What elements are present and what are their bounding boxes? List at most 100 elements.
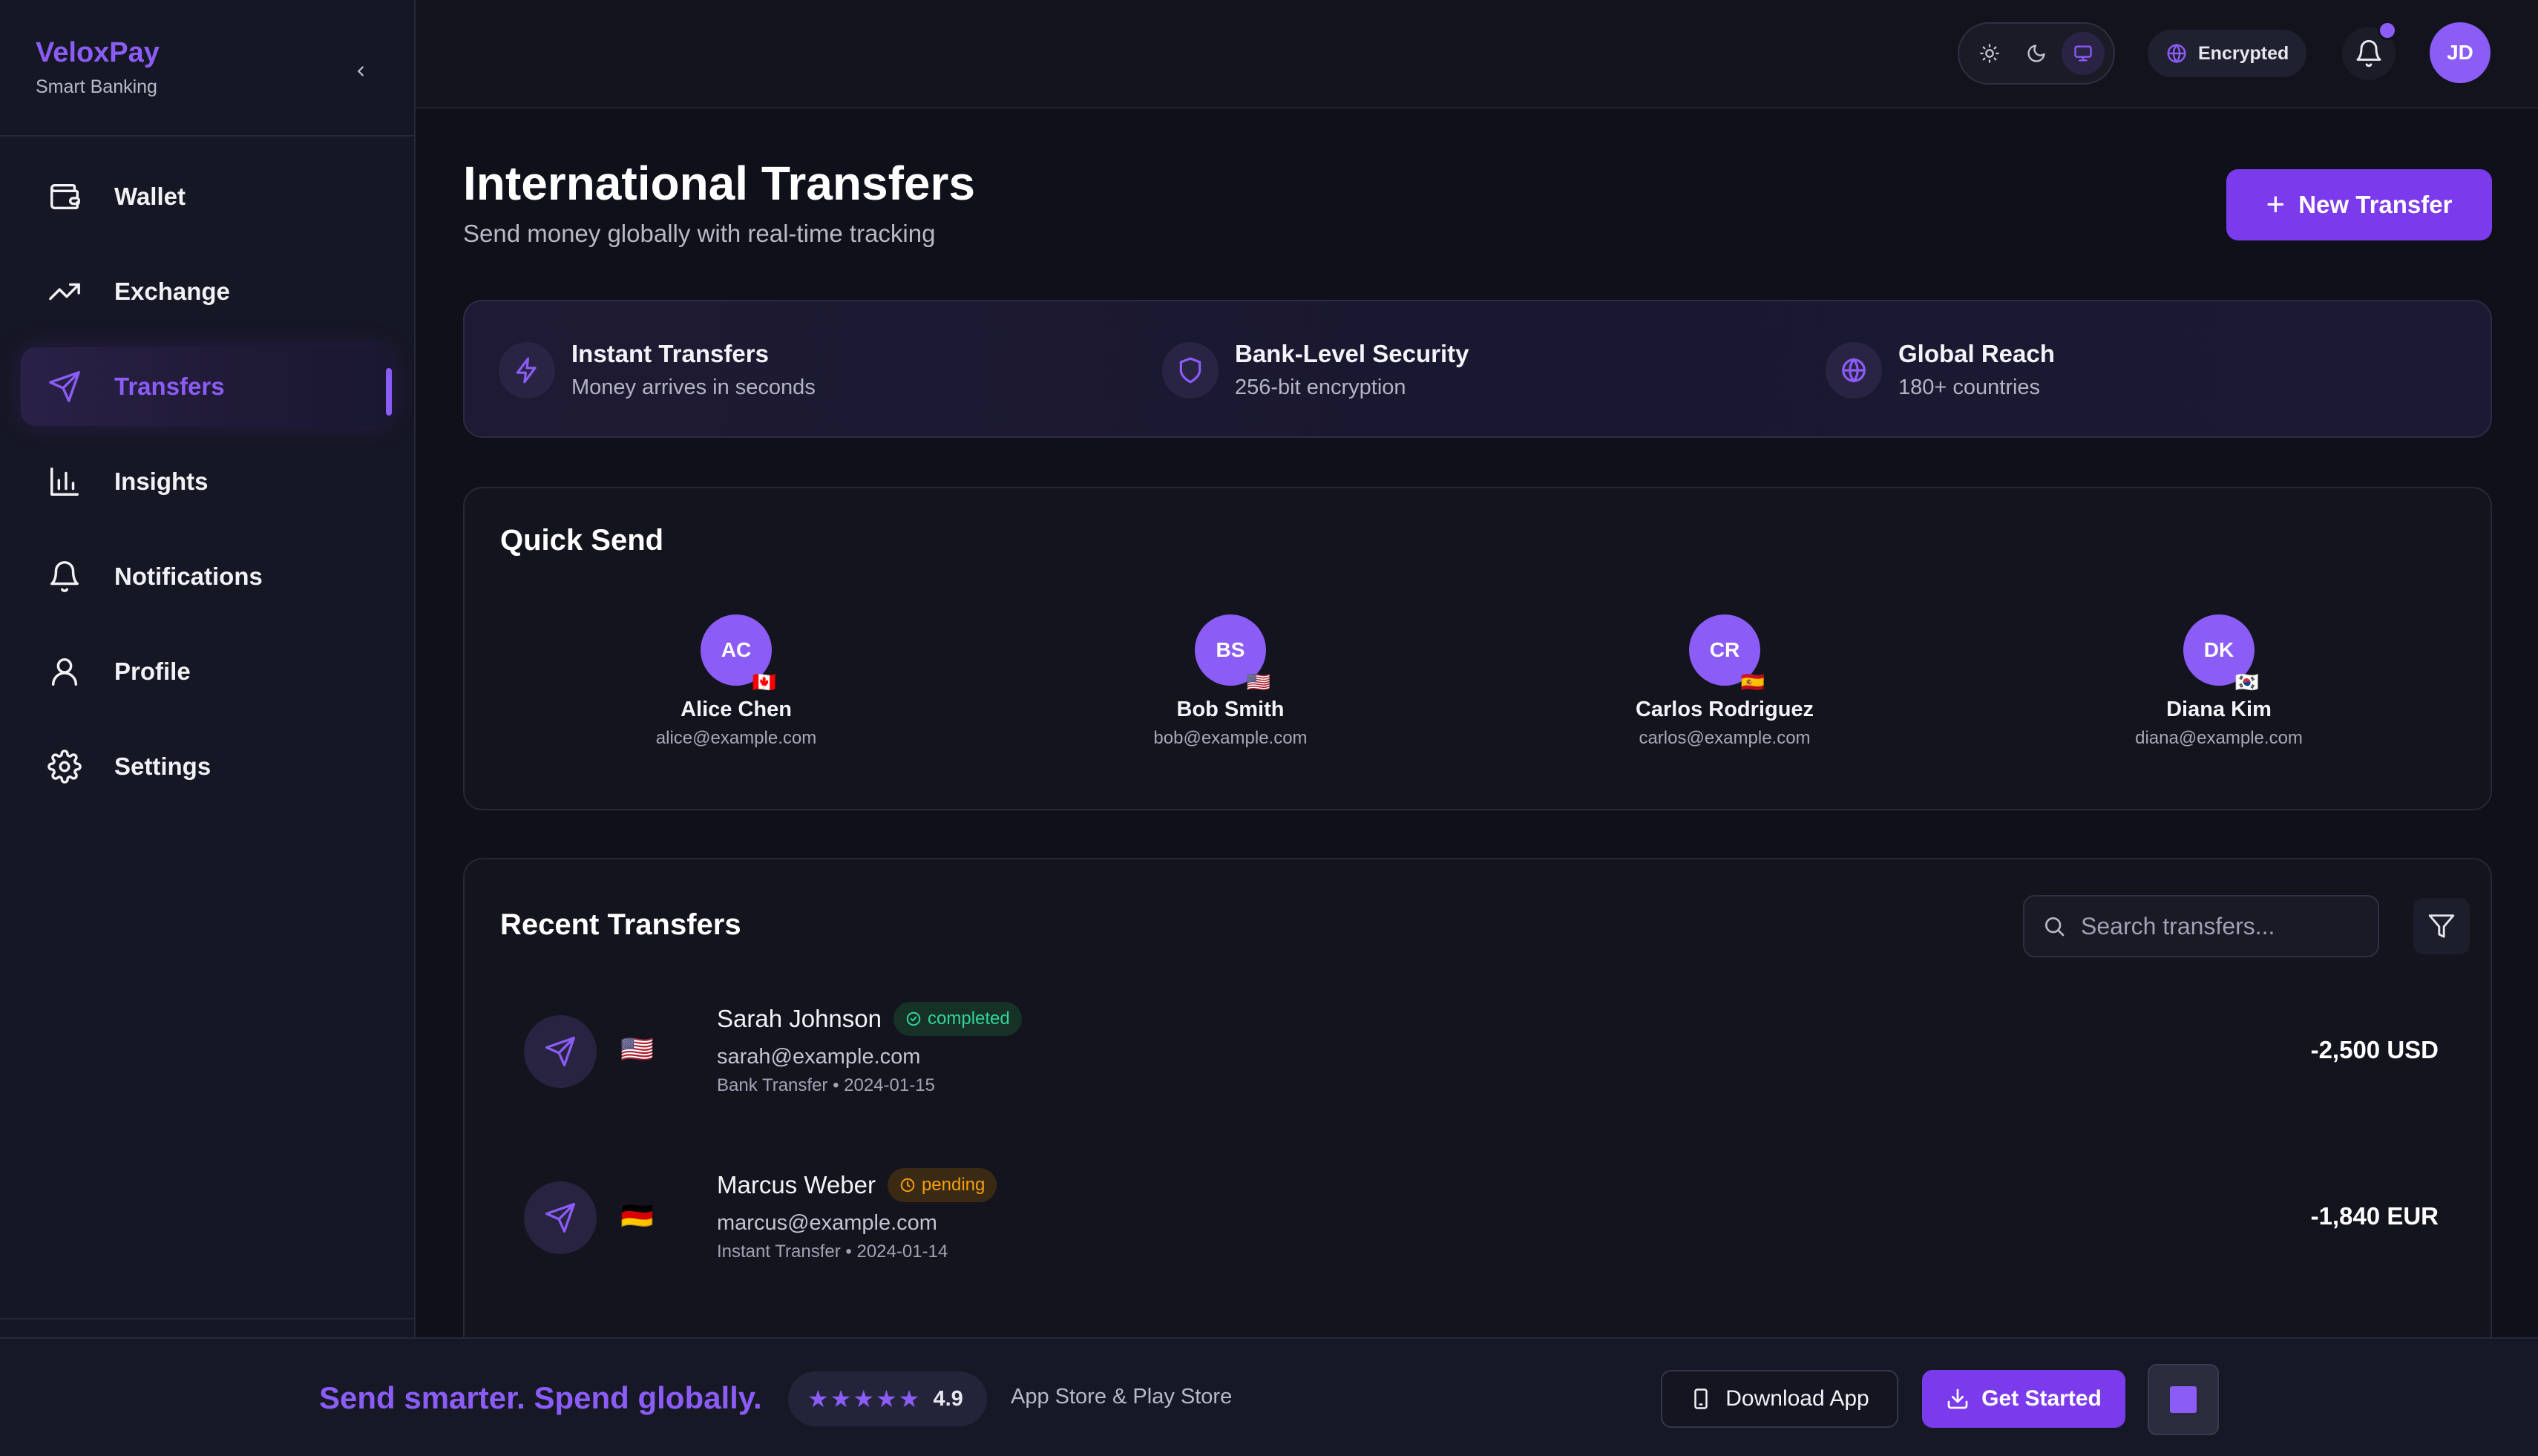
encryption-status: Encrypted	[2148, 30, 2306, 77]
sidebar-item-label: Notifications	[114, 563, 263, 590]
sidebar-item-settings[interactable]: Settings	[21, 727, 392, 806]
flag-icon: 🇩🇪	[620, 1200, 654, 1230]
rating-badge: ★★★★★ 4.9	[788, 1371, 987, 1426]
encryption-label: Encrypted	[2198, 42, 2289, 64]
sidebar-item-exchange[interactable]: Exchange	[21, 252, 392, 331]
feature-bank-security: Bank-Level Security 256-bit encryption	[1162, 340, 1469, 400]
sidebar-divider	[0, 135, 414, 137]
globe-icon	[2167, 43, 2186, 64]
sidebar-item-label: Insights	[114, 468, 209, 495]
features-banner: Instant Transfers Money arrives in secon…	[463, 300, 2492, 438]
globe-icon	[1826, 341, 1882, 399]
feature-instant-transfers: Instant Transfers Money arrives in secon…	[499, 340, 816, 400]
avatar-initials: DK	[2203, 638, 2234, 661]
sidebar-item-label: Exchange	[114, 278, 230, 305]
contact-name: Bob Smith	[1176, 698, 1285, 721]
sidebar-item-label: Settings	[114, 752, 212, 780]
transfer-amount: -1,840 EUR	[2310, 1202, 2439, 1230]
sidebar-item-insights[interactable]: Insights	[21, 442, 392, 521]
contact-email: bob@example.com	[1153, 728, 1308, 748]
feature-subtitle: Money arrives in seconds	[571, 376, 816, 399]
check-circle-icon	[905, 1011, 922, 1027]
sidebar-item-profile[interactable]: Profile	[21, 632, 392, 711]
sidebar-item-transfers[interactable]: Transfers	[21, 347, 392, 426]
page-title: International Transfers	[463, 157, 975, 210]
monitor-icon	[2073, 45, 2092, 62]
sidebar-bottom-divider	[0, 1318, 414, 1319]
theme-light-button[interactable]	[1968, 32, 2011, 75]
new-transfer-label: New Transfer	[2298, 191, 2453, 218]
new-transfer-button[interactable]: + New Transfer	[2226, 169, 2492, 240]
theme-system-button[interactable]	[2061, 32, 2105, 75]
theme-toggle	[1958, 22, 2115, 85]
feature-title: Instant Transfers	[571, 340, 769, 367]
transfer-meta: Instant Transfer • 2024-01-14	[717, 1242, 948, 1262]
feature-title: Global Reach	[1898, 340, 2055, 367]
moon-icon	[2027, 45, 2045, 62]
stop-icon[interactable]	[2148, 1364, 2219, 1435]
user-icon	[46, 653, 83, 690]
sidebar-item-label: Profile	[114, 658, 191, 685]
recipient-name: Marcus Weber	[717, 1171, 876, 1198]
notifications-button[interactable]	[2342, 21, 2397, 80]
contact-name: Diana Kim	[2166, 698, 2272, 721]
sidebar: VeloxPay Smart Banking Wallet Exchange T…	[0, 0, 416, 1337]
smartphone-icon	[1690, 1388, 1712, 1410]
search-field[interactable]	[2023, 895, 2379, 957]
trending-up-icon	[46, 273, 83, 310]
status-badge: completed	[893, 1002, 1022, 1036]
transfer-row[interactable]: 🇺🇸 Sarah Johnson completed sarah@example…	[524, 986, 2439, 1119]
avatar: BS 🇺🇸	[1195, 614, 1270, 692]
contact-email: alice@example.com	[655, 728, 817, 748]
quick-send-contact[interactable]: AC 🇨🇦 Alice Chen alice@example.com	[588, 614, 885, 749]
transfer-row[interactable]: 🇩🇪 Marcus Weber pending marcus@example.c…	[524, 1152, 2439, 1285]
promo-text: Send smarter. Spend globally.	[319, 1380, 762, 1415]
topbar: Encrypted JD	[416, 0, 2538, 108]
brand-name: VeloxPay	[36, 37, 160, 68]
quick-send-contact[interactable]: DK 🇰🇷 Diana Kim diana@example.com	[2070, 614, 2367, 749]
transfer-meta: Bank Transfer • 2024-01-15	[717, 1075, 935, 1095]
theme-dark-button[interactable]	[2015, 32, 2058, 75]
page-subtitle: Send money globally with real-time track…	[463, 220, 936, 247]
recipient-email: sarah@example.com	[717, 1045, 921, 1069]
search-input[interactable]	[2081, 912, 2363, 940]
clock-icon	[899, 1177, 916, 1193]
avatar: CR 🇪🇸	[1689, 614, 1765, 692]
flag-icon: 🇪🇸	[1740, 671, 1765, 693]
search-icon	[2045, 917, 2065, 937]
sidebar-item-notifications[interactable]: Notifications	[21, 537, 392, 616]
sidebar-item-label: Transfers	[114, 373, 225, 400]
transfer-amount: -2,500 USD	[2310, 1036, 2439, 1063]
get-started-label: Get Started	[1981, 1386, 2102, 1411]
store-text: App Store & Play Store	[1011, 1385, 1233, 1409]
avatar: DK 🇰🇷	[2183, 614, 2259, 692]
rating-value: 4.9	[933, 1386, 963, 1411]
download-app-label: Download App	[1725, 1386, 1869, 1411]
user-avatar[interactable]: JD	[2430, 22, 2491, 83]
feature-global-reach: Global Reach 180+ countries	[1826, 340, 2055, 400]
sun-icon	[1980, 44, 2000, 63]
brand[interactable]: VeloxPay Smart Banking	[36, 37, 160, 98]
avatar-initials: BS	[1216, 638, 1245, 661]
sidebar-item-label: Wallet	[114, 183, 186, 210]
status-label: pending	[921, 1175, 986, 1195]
quick-send-contact[interactable]: CR 🇪🇸 Carlos Rodriguez carlos@example.co…	[1576, 614, 1873, 749]
feature-subtitle: 180+ countries	[1898, 376, 2041, 399]
get-started-button[interactable]: Get Started	[1922, 1370, 2125, 1428]
download-app-button[interactable]: Download App	[1661, 1370, 1898, 1428]
send-icon	[524, 1181, 597, 1254]
sidebar-item-wallet[interactable]: Wallet	[21, 157, 392, 236]
contact-email: diana@example.com	[2135, 728, 2303, 748]
recent-transfers-title: Recent Transfers	[500, 908, 741, 941]
send-icon	[524, 1015, 597, 1088]
chevron-left-icon	[358, 66, 364, 76]
brand-tagline: Smart Banking	[36, 76, 157, 97]
avatar: AC 🇨🇦	[701, 614, 776, 692]
quick-send-contact[interactable]: BS 🇺🇸 Bob Smith bob@example.com	[1082, 614, 1379, 749]
status-label: completed	[928, 1009, 1010, 1029]
recent-transfers-card: Recent Transfers 🇺🇸 Sarah Johnson	[463, 858, 2492, 1337]
bar-chart-icon	[46, 463, 83, 500]
filter-button[interactable]	[2413, 898, 2470, 954]
flag-icon: 🇰🇷	[2234, 671, 2259, 693]
collapse-sidebar-button[interactable]	[343, 53, 378, 89]
